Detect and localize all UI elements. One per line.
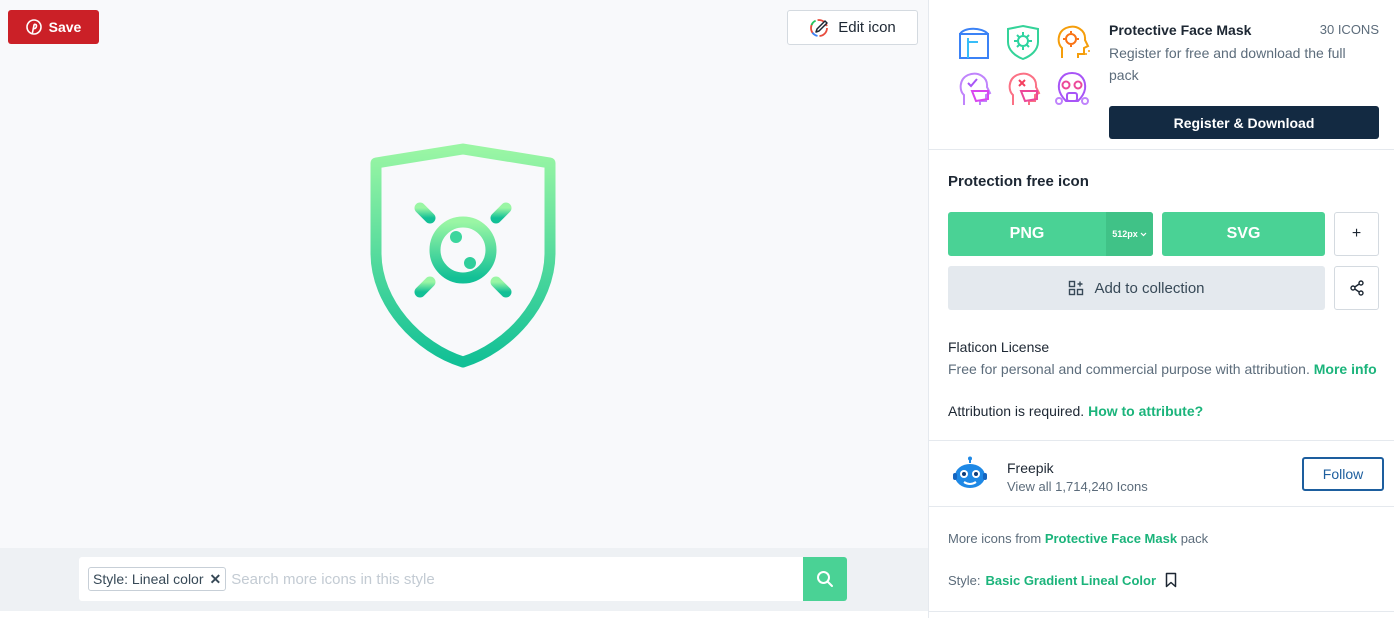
shield-virus-icon (368, 143, 558, 369)
search-icon (816, 570, 834, 588)
download-section: Protection free icon PNG 512px SVG + Add… (929, 150, 1394, 441)
shield-virus-small-icon[interactable] (1005, 24, 1041, 61)
more-suffix: pack (1180, 531, 1209, 546)
search-box: Style: Lineal color ✕ (79, 557, 803, 601)
style-search-bar: Style: Lineal color ✕ (0, 548, 928, 611)
gas-mask-icon[interactable] (1054, 71, 1090, 107)
license-title: Flaticon License (948, 339, 1050, 355)
svg-download-button[interactable]: SVG (1162, 212, 1325, 256)
pack-icon-count: 30 ICONS (1319, 22, 1379, 37)
face-shield-icon[interactable] (956, 24, 992, 60)
app-root: Save Edit icon Style: Lineal color ✕ Sea… (0, 0, 1394, 618)
brush-icon (809, 18, 829, 38)
attribution-row: Attribution is required. How to attribut… (948, 403, 1203, 419)
search-input[interactable] (226, 559, 803, 599)
register-download-button[interactable]: Register & Download (1109, 106, 1379, 139)
pinterest-save-button[interactable]: Save (8, 10, 99, 44)
style-filter-label: Style: Lineal color (93, 571, 204, 587)
mask-check-icon[interactable] (956, 71, 992, 107)
pack-link[interactable]: Protective Face Mask (1045, 531, 1177, 546)
author-name[interactable]: Freepik (1007, 460, 1054, 476)
chevron-down-icon (1140, 232, 1147, 237)
edit-icon-label: Edit icon (838, 19, 896, 36)
bookmark-icon[interactable] (1163, 572, 1179, 588)
author-row: Freepik View all 1,714,240 Icons Follow (929, 441, 1394, 507)
head-virus-icon[interactable] (1054, 24, 1090, 60)
divider (928, 611, 1394, 612)
png-size-value: 512px (1112, 229, 1138, 239)
more-formats-button[interactable]: + (1334, 212, 1379, 256)
pack-description: Register for free and download the full … (1109, 45, 1346, 83)
follow-button[interactable]: Follow (1302, 457, 1384, 491)
collection-label: Add to collection (1094, 279, 1205, 297)
pack-title[interactable]: Protective Face Mask (1109, 22, 1251, 38)
icon-preview-area: Save Edit icon (0, 0, 928, 548)
pinterest-icon (25, 19, 42, 35)
freepik-avatar[interactable] (952, 456, 988, 492)
share-icon (1349, 280, 1365, 296)
remove-filter-icon[interactable]: ✕ (210, 571, 222, 588)
png-label[interactable]: PNG (948, 212, 1106, 256)
mask-cross-icon[interactable] (1005, 71, 1041, 107)
pack-promo: Protective Face Mask 30 ICONS Register f… (929, 0, 1394, 150)
style-filter-tag: Style: Lineal color ✕ (88, 567, 227, 591)
save-label: Save (48, 19, 82, 35)
how-to-attribute-link[interactable]: How to attribute? (1088, 403, 1203, 419)
png-size-select[interactable]: 512px (1106, 212, 1153, 256)
more-info-link[interactable]: More info (1314, 361, 1377, 377)
collection-icon (1068, 280, 1084, 296)
more-prefix: More icons from (948, 531, 1042, 546)
share-button[interactable] (1334, 266, 1379, 310)
png-download-button[interactable]: PNG 512px (948, 212, 1153, 256)
license-text: Free for personal and commercial purpose… (948, 361, 1310, 377)
edit-icon-button[interactable]: Edit icon (787, 10, 918, 45)
detail-sidebar: Protective Face Mask 30 ICONS Register f… (928, 0, 1394, 618)
license-description: Free for personal and commercial purpose… (948, 361, 1377, 377)
add-to-collection-button[interactable]: Add to collection (948, 266, 1325, 310)
style-row: Style: Basic Gradient Lineal Color (948, 572, 1179, 588)
view-all-icons-link[interactable]: View all 1,714,240 Icons (1007, 479, 1148, 494)
style-prefix: Style: (948, 572, 981, 588)
search-button[interactable] (803, 557, 847, 601)
more-from-pack: More icons from Protective Face Mask pac… (948, 531, 1208, 546)
attribution-text: Attribution is required. (948, 403, 1085, 419)
style-link[interactable]: Basic Gradient Lineal Color (986, 573, 1157, 588)
icon-title: Protection free icon (948, 173, 1089, 190)
